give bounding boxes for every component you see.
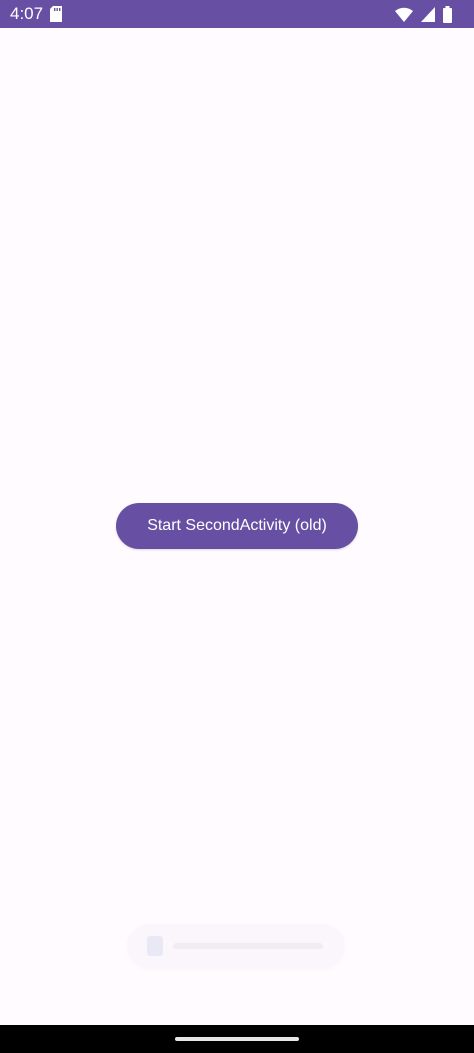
fading-toast	[127, 924, 345, 968]
toast-placeholder-text	[173, 943, 323, 949]
sd-card-icon	[50, 6, 62, 22]
status-bar: 4:07	[0, 0, 474, 28]
start-second-activity-button[interactable]: Start SecondActivity (old)	[116, 503, 358, 549]
app-icon	[147, 936, 163, 956]
navigation-bar	[0, 1025, 474, 1053]
status-time: 4:07	[10, 4, 44, 23]
phone-screen: 4:07 Start SecondActivity (old)	[0, 0, 474, 1053]
cell-signal-icon	[421, 6, 435, 22]
status-icons	[395, 5, 452, 23]
home-gesture-handle[interactable]	[175, 1037, 299, 1041]
wifi-icon	[395, 7, 413, 22]
battery-icon	[443, 5, 452, 23]
